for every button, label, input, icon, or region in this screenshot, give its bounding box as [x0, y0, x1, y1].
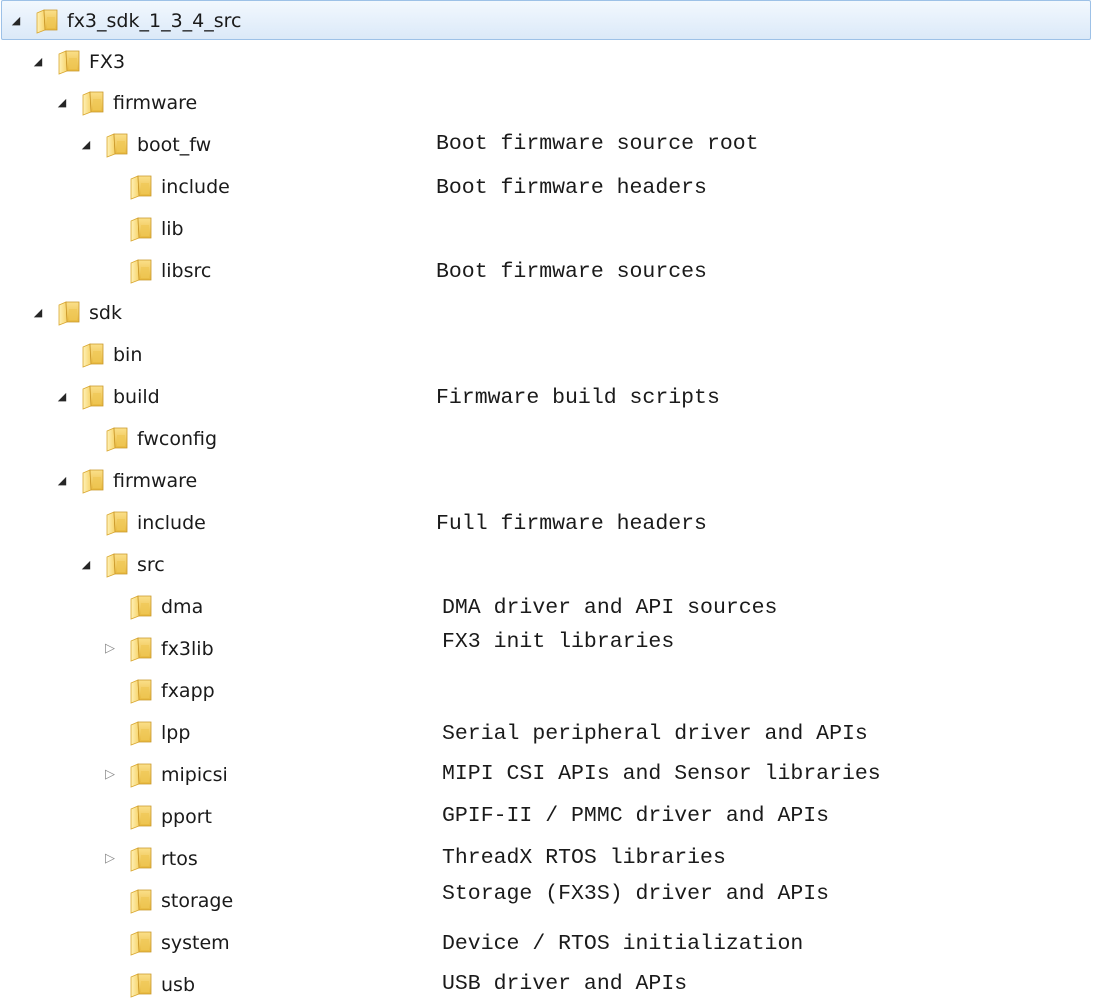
folder-icon: [79, 90, 107, 116]
tree-row-lib[interactable]: lib: [0, 209, 1094, 249]
folder-name: fwconfig: [137, 428, 218, 450]
folder-name: build: [113, 386, 160, 408]
tree-row-bin[interactable]: bin: [0, 335, 1094, 375]
tree-row-firmware[interactable]: ◢ firmware: [0, 83, 1094, 123]
folder-name: fxapp: [161, 680, 215, 702]
folder-name: pport: [161, 806, 213, 828]
folder-name: src: [137, 554, 165, 576]
folder-name: boot_fw: [137, 134, 212, 156]
tree-row-dma[interactable]: dma DMA driver and API sources: [0, 587, 1094, 627]
tree-row-sdk[interactable]: ◢ sdk: [0, 293, 1094, 333]
triangle-expanded-icon[interactable]: ◢: [80, 559, 92, 571]
folder-name: firmware: [113, 92, 198, 114]
folder-description: ThreadX RTOS libraries: [442, 846, 726, 870]
folder-icon: [103, 426, 131, 452]
folder-description: USB driver and APIs: [442, 972, 688, 996]
folder-name: FX3: [89, 51, 126, 73]
folder-icon: [127, 930, 155, 956]
folder-name: storage: [161, 890, 234, 912]
folder-icon: [33, 8, 61, 34]
folder-icon: [127, 720, 155, 746]
triangle-expanded-icon[interactable]: ◢: [56, 475, 68, 487]
triangle-collapsed-icon[interactable]: ▷: [104, 642, 116, 655]
tree-row-rtos[interactable]: ▷ rtos ThreadX RTOS libraries: [0, 839, 1094, 879]
folder-name: sdk: [89, 302, 122, 324]
tree-row-storage[interactable]: storage Storage (FX3S) driver and APIs: [0, 881, 1094, 921]
tree-row-fxapp[interactable]: fxapp: [0, 671, 1094, 711]
folder-description: Device / RTOS initialization: [442, 932, 804, 956]
folder-icon: [79, 342, 107, 368]
folder-description: Serial peripheral driver and APIs: [442, 722, 868, 746]
triangle-expanded-icon[interactable]: ◢: [56, 391, 68, 403]
folder-tree: ◢ fx3_sdk_1_3_4_src ◢ FX3 ◢ firmware ◢ b…: [0, 0, 1094, 1005]
folder-icon: [127, 888, 155, 914]
folder-name: rtos: [161, 848, 198, 870]
folder-icon: [127, 216, 155, 242]
triangle-expanded-icon[interactable]: ◢: [32, 56, 44, 68]
folder-icon: [127, 678, 155, 704]
tree-row-firmware[interactable]: ◢ firmware: [0, 461, 1094, 501]
folder-name: include: [137, 512, 206, 534]
tree-row-libsrc[interactable]: libsrc Boot firmware sources: [0, 251, 1094, 291]
folder-icon: [55, 49, 83, 75]
folder-description: GPIF-II / PMMC driver and APIs: [442, 804, 830, 828]
folder-description: Firmware build scripts: [436, 386, 720, 410]
folder-description: Boot firmware sources: [436, 260, 707, 284]
tree-row-include[interactable]: include Boot firmware headers: [0, 167, 1094, 207]
triangle-expanded-icon[interactable]: ◢: [10, 15, 22, 27]
tree-row-include[interactable]: include Full firmware headers: [0, 503, 1094, 543]
tree-row-lpp[interactable]: lpp Serial peripheral driver and APIs: [0, 713, 1094, 753]
folder-icon: [127, 636, 155, 662]
folder-name: firmware: [113, 470, 198, 492]
folder-icon: [127, 972, 155, 998]
folder-name: dma: [161, 596, 204, 618]
tree-row-pport[interactable]: pport GPIF-II / PMMC driver and APIs: [0, 797, 1094, 837]
tree-row-usb[interactable]: usb USB driver and APIs: [0, 965, 1094, 1005]
folder-name: system: [161, 932, 230, 954]
folder-icon: [127, 846, 155, 872]
folder-description: DMA driver and API sources: [442, 596, 778, 620]
folder-icon: [55, 300, 83, 326]
tree-row-FX3[interactable]: ◢ FX3: [0, 42, 1094, 82]
folder-icon: [127, 258, 155, 284]
tree-row-build[interactable]: ◢ build Firmware build scripts: [0, 377, 1094, 417]
tree-row-src[interactable]: ◢ src: [0, 545, 1094, 585]
folder-name: bin: [113, 344, 143, 366]
folder-icon: [127, 762, 155, 788]
folder-icon: [79, 468, 107, 494]
folder-description: MIPI CSI APIs and Sensor libraries: [442, 762, 881, 786]
triangle-expanded-icon[interactable]: ◢: [80, 139, 92, 151]
tree-row-fx3_sdk_1_3_4_src[interactable]: ◢ fx3_sdk_1_3_4_src: [1, 0, 1091, 40]
folder-name: mipicsi: [161, 764, 228, 786]
folder-icon: [103, 132, 131, 158]
folder-icon: [127, 174, 155, 200]
folder-icon: [79, 384, 107, 410]
folder-description: Boot firmware headers: [436, 176, 707, 200]
folder-icon: [103, 552, 131, 578]
folder-icon: [127, 594, 155, 620]
triangle-expanded-icon[interactable]: ◢: [56, 97, 68, 109]
folder-name: include: [161, 176, 230, 198]
tree-row-fx3lib[interactable]: ▷ fx3lib FX3 init libraries: [0, 629, 1094, 669]
triangle-collapsed-icon[interactable]: ▷: [104, 852, 116, 865]
triangle-collapsed-icon[interactable]: ▷: [104, 768, 116, 781]
triangle-expanded-icon[interactable]: ◢: [32, 307, 44, 319]
folder-name: usb: [161, 974, 196, 996]
folder-description: Boot firmware source root: [436, 132, 759, 156]
folder-name: fx3lib: [161, 638, 214, 660]
folder-description: Full firmware headers: [436, 512, 707, 536]
tree-row-mipicsi[interactable]: ▷ mipicsi MIPI CSI APIs and Sensor librar…: [0, 755, 1094, 795]
tree-row-fwconfig[interactable]: fwconfig: [0, 419, 1094, 459]
folder-name: lib: [161, 218, 184, 240]
folder-name: fx3_sdk_1_3_4_src: [67, 10, 242, 32]
folder-icon: [127, 804, 155, 830]
folder-name: libsrc: [161, 260, 212, 282]
folder-icon: [103, 510, 131, 536]
folder-name: lpp: [161, 722, 191, 744]
folder-description: Storage (FX3S) driver and APIs: [442, 882, 830, 906]
tree-row-boot_fw[interactable]: ◢ boot_fw Boot firmware source root: [0, 125, 1094, 165]
folder-description: FX3 init libraries: [442, 630, 675, 654]
tree-row-system[interactable]: system Device / RTOS initialization: [0, 923, 1094, 963]
